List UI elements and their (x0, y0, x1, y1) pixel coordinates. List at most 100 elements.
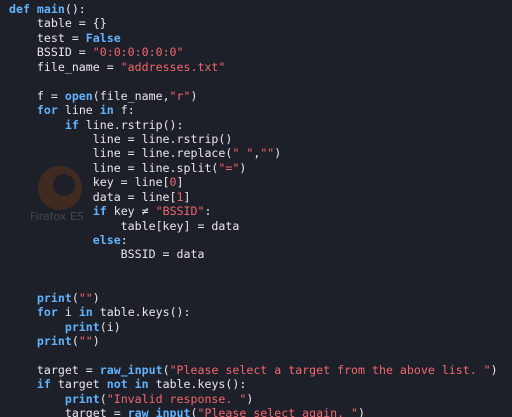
code-token-plain: ) (274, 146, 282, 161)
code-token-plain: ) (490, 362, 498, 377)
code-token-plain: table = {} (9, 16, 107, 31)
code-token-fn: main (36, 2, 65, 16)
code-token-plain: BSSID = (9, 45, 93, 60)
code-token-plain: ] (183, 189, 191, 204)
code-token-plain: ) (239, 160, 247, 175)
code-token-plain: ) (92, 290, 100, 305)
code-token-kw: if (92, 204, 107, 219)
code-line: key = line[0] (9, 175, 498, 189)
code-token-plain: line = line.replace( (9, 146, 233, 161)
code-token-kw: False (85, 30, 121, 45)
code-token-fn: print (36, 334, 72, 349)
code-token-num: 1 (176, 189, 184, 204)
code-token-kw: for (36, 305, 58, 320)
code-token-plain: ] (176, 175, 184, 190)
code-line: test = False (9, 31, 498, 45)
code-token-fn: print (64, 319, 100, 334)
code-token-plain: : (120, 233, 128, 247)
code-line: line = line.split("=") (9, 161, 498, 175)
code-line: print("") (9, 334, 498, 348)
code-token-plain: line = line.split( (9, 160, 219, 175)
code-token-plain: (i) (99, 319, 121, 334)
code-token-plain: line = line.rstrip() (9, 131, 233, 146)
code-token-str: "r" (169, 88, 191, 103)
code-editor[interactable]: Firefox ES def main(): table = {} test =… (0, 0, 512, 417)
code-line: if line.rstrip(): (9, 118, 498, 132)
code-line: target = raw_input("Please select a targ… (9, 363, 498, 377)
code-token-plain: ( (71, 334, 79, 349)
code-token-plain: (file_name, (92, 88, 170, 103)
code-token-str: "0:0:0:0:0:0" (92, 45, 184, 60)
code-token-plain: table.keys(): (92, 305, 191, 320)
code-line: BSSID = data (9, 247, 498, 261)
code-token-str: " " (232, 146, 254, 161)
code-token-str: "Please select again. " (197, 406, 359, 417)
code-token-fn: raw_input (127, 406, 191, 417)
code-token-str: "" (78, 334, 93, 349)
code-line: table = {} (9, 16, 498, 30)
code-line: data = line[1] (9, 190, 498, 204)
code-token-plain: target = (9, 362, 100, 377)
code-token-str: "" (260, 146, 275, 161)
code-line: table[key] = data (9, 219, 498, 233)
code-token-fn: print (36, 290, 72, 305)
code-line: line = line.rstrip() (9, 132, 498, 146)
code-token-kw: else (92, 233, 121, 247)
code-token-str: "Invalid response. " (106, 391, 247, 406)
code-token-plain: ) (190, 88, 198, 103)
code-line: for line in f: (9, 103, 498, 117)
code-token-kw: if (36, 377, 51, 392)
code-line: print("") (9, 291, 498, 305)
code-token-plain: i (57, 305, 79, 320)
code-token-fn: raw_input (99, 362, 163, 377)
code-token-str: "addresses.txt" (120, 59, 226, 74)
code-token-num: 0 (169, 175, 177, 190)
code-line: if target not in table.keys(): (9, 377, 498, 391)
code-line: target = raw_input("Please select again.… (9, 406, 498, 417)
code-token-plain: line.rstrip(): (78, 117, 184, 132)
code-token-plain: ( (162, 362, 170, 377)
code-token-plain: key = line[ (9, 175, 170, 190)
code-token-plain: f: (113, 103, 135, 118)
code-line: def main(): (9, 2, 498, 16)
code-token-plain: key ≠ (106, 204, 156, 219)
code-line: else: (9, 233, 498, 247)
code-token-plain: : (204, 204, 212, 219)
code-token-plain: table.keys(): (148, 377, 247, 392)
code-token-fn: print (64, 391, 100, 406)
code-block[interactable]: def main(): table = {} test = False BSSI… (9, 2, 498, 417)
code-token-plain: target = (9, 406, 128, 417)
code-line: f = open(file_name,"r") (9, 89, 498, 103)
code-token-plain: ) (358, 406, 366, 417)
code-token-plain: table[key] = data (9, 218, 240, 233)
code-token-kw: in (78, 305, 93, 320)
code-token-kw: not in (106, 377, 149, 392)
code-line: print("Invalid response. ") (9, 392, 498, 406)
code-token-kw: for (36, 103, 58, 118)
code-line: BSSID = "0:0:0:0:0:0" (9, 45, 498, 59)
code-token-plain: ) (92, 334, 100, 349)
code-token-plain: (): (64, 2, 86, 16)
code-token-plain: line (57, 103, 100, 118)
code-token-plain: ) (246, 391, 254, 406)
code-token-plain: target (50, 377, 107, 392)
code-token-plain: ( (99, 391, 107, 406)
code-token-str: "=" (218, 160, 240, 175)
code-line: print(i) (9, 320, 498, 334)
code-token-kw: in (99, 103, 114, 118)
code-token-plain: data = line[ (9, 189, 177, 204)
code-token-plain: BSSID = data (9, 247, 205, 262)
code-line: for i in table.keys(): (9, 305, 498, 319)
